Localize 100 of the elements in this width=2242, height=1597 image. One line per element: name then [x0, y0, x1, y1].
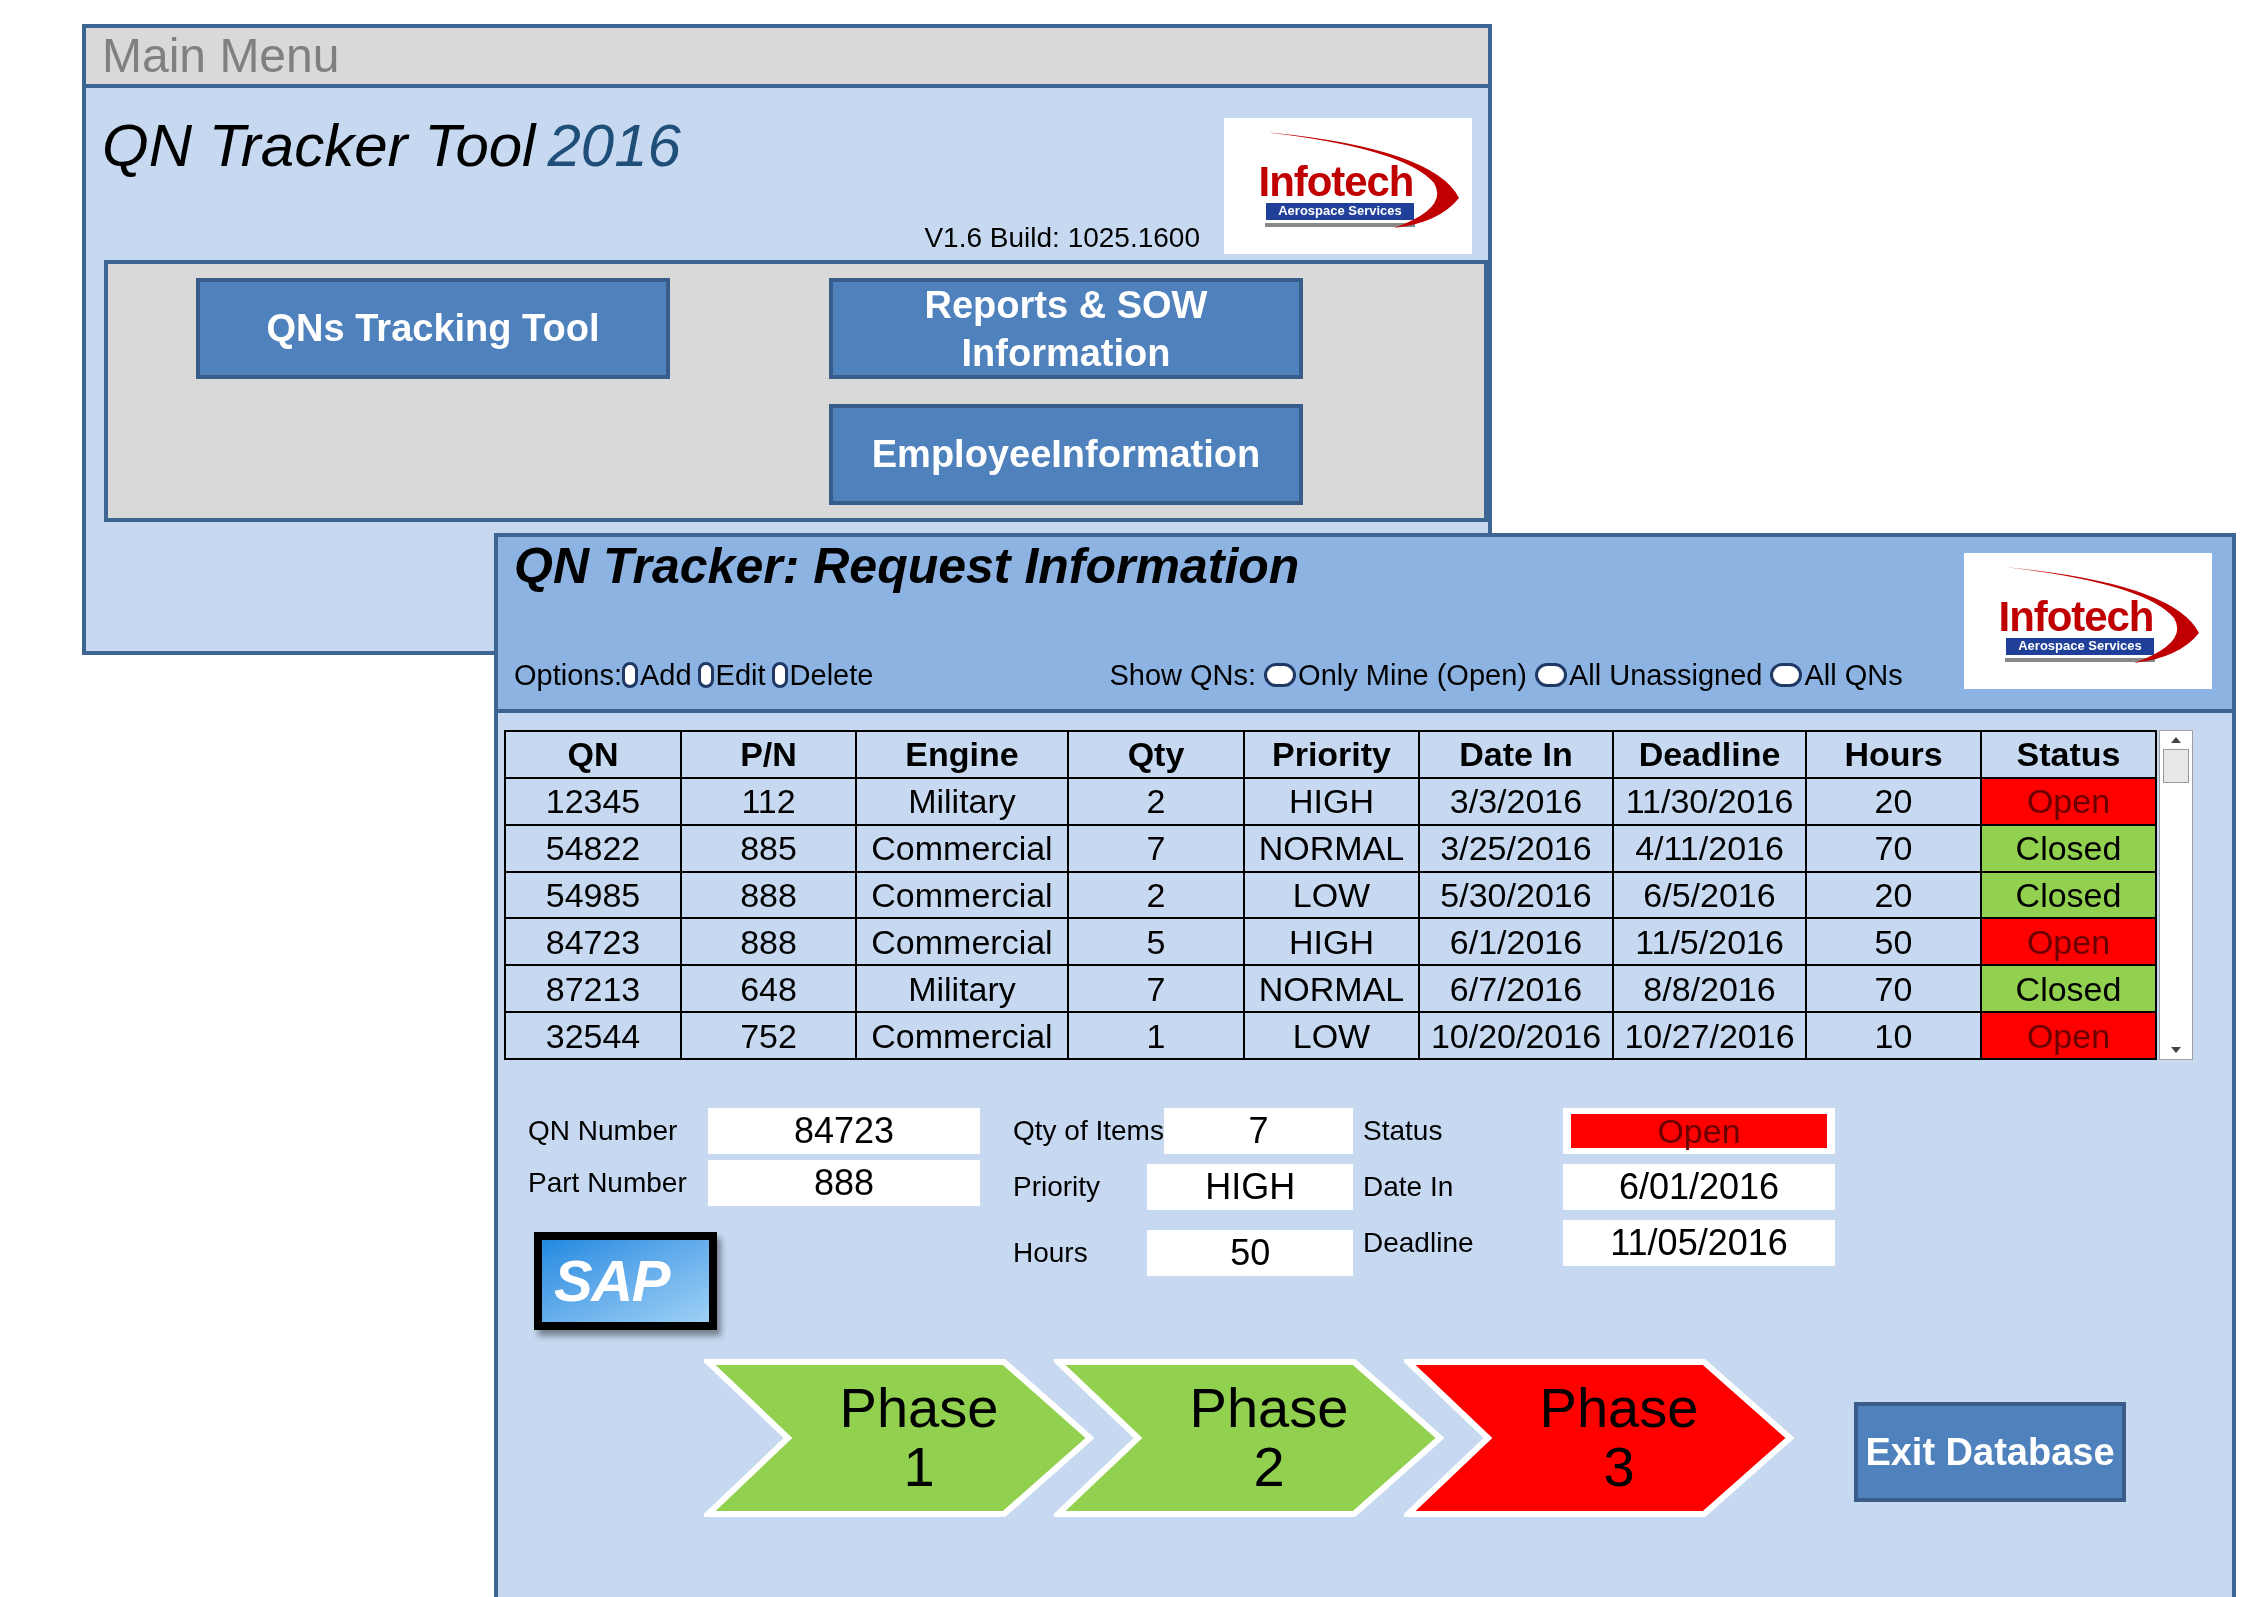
status-cell: Closed — [1981, 965, 2156, 1013]
radio-button[interactable] — [1770, 663, 1803, 688]
column-header: Priority — [1244, 731, 1419, 778]
radio-button[interactable] — [771, 662, 788, 689]
qns-tracking-tool-button[interactable]: QNs Tracking Tool — [196, 278, 670, 379]
window-title: QN Tracker: Request Information — [514, 537, 1301, 596]
column-header: Hours — [1806, 731, 1981, 778]
radio-label: Add — [640, 657, 692, 693]
sap-logo: SAP — [534, 1232, 717, 1330]
table-cell: NORMAL — [1244, 965, 1419, 1013]
table-cell: 11/5/2016 — [1613, 918, 1806, 966]
table-cell: 5/30/2016 — [1419, 871, 1613, 919]
table-cell: NORMAL — [1244, 824, 1419, 872]
value-field[interactable]: 6/01/2016 — [1563, 1164, 1835, 1210]
table-cell: 112 — [681, 777, 856, 825]
table-cell: 50 — [1806, 918, 1981, 966]
radio-button[interactable] — [1264, 663, 1297, 688]
field-label: QN Number — [528, 1114, 679, 1148]
table-cell: Military — [856, 777, 1068, 825]
logo-subtitle: Aerospace Services — [2006, 638, 2154, 655]
table-cell: Military — [856, 965, 1068, 1013]
value-field[interactable]: 888 — [708, 1160, 980, 1206]
table-cell: 752 — [681, 1012, 856, 1059]
field-label: Part Number — [528, 1166, 688, 1200]
table-cell: HIGH — [1244, 777, 1419, 825]
table-cell: 10/27/2016 — [1613, 1012, 1806, 1059]
table-cell: 888 — [681, 918, 856, 966]
column-header: Date In — [1419, 731, 1613, 778]
field-label: Priority — [1013, 1170, 1102, 1204]
table-cell: 8/8/2016 — [1613, 965, 1806, 1013]
employee-information-button[interactable]: EmployeeInformation — [829, 404, 1303, 505]
value-field[interactable]: 50 — [1147, 1230, 1353, 1276]
table-cell: 6/5/2016 — [1613, 871, 1806, 919]
table-cell: LOW — [1244, 871, 1419, 919]
table-cell: Commercial — [856, 871, 1068, 919]
status-cell: Closed — [1981, 824, 2156, 872]
logo-subtitle: Aerospace Services — [1266, 203, 1414, 220]
table-cell: 87213 — [505, 965, 681, 1013]
table-cell: 4/11/2016 — [1613, 824, 1806, 872]
exit-database-button[interactable]: Exit Database — [1854, 1402, 2126, 1502]
table-cell: 20 — [1806, 871, 1981, 919]
table-cell: 1 — [1068, 1012, 1244, 1059]
status-cell: Open — [1981, 918, 2156, 966]
column-header: Qty — [1068, 731, 1244, 778]
value-field[interactable]: 84723 — [708, 1108, 980, 1154]
value-field[interactable]: HIGH — [1147, 1164, 1353, 1210]
table-cell: 32544 — [505, 1012, 681, 1059]
column-header: Deadline — [1613, 731, 1806, 778]
table-cell: 648 — [681, 965, 856, 1013]
logo-name: Infotech — [1998, 596, 2154, 639]
table-cell: HIGH — [1244, 918, 1419, 966]
phase-arrow: Phase 2 — [1054, 1358, 1444, 1518]
radio-label: Only Mine (Open) — [1298, 657, 1527, 693]
show-qns-label: Show QNs: — [1109, 657, 1257, 693]
scroll-down-icon[interactable] — [2169, 1045, 2183, 1055]
radio-label: All QNs — [1804, 657, 1903, 693]
column-header: Status — [1981, 731, 2156, 778]
scrollbar-thumb[interactable] — [2163, 749, 2189, 783]
status-cell: Closed — [1981, 871, 2156, 919]
value-field[interactable]: 11/05/2016 — [1563, 1220, 1835, 1266]
column-header: Engine — [856, 731, 1068, 778]
field-label: Deadline — [1363, 1226, 1475, 1260]
table-cell: 10/20/2016 — [1419, 1012, 1613, 1059]
table-cell: 12345 — [505, 777, 681, 825]
window-title: Main Menu — [102, 32, 340, 80]
radio-button[interactable] — [622, 662, 638, 689]
table-cell: Commercial — [856, 1012, 1068, 1059]
table-cell: 20 — [1806, 777, 1981, 825]
table-cell: 5 — [1068, 918, 1244, 966]
field-label: Hours — [1013, 1236, 1089, 1270]
table-cell: Commercial — [856, 918, 1068, 966]
table-cell: 3/25/2016 — [1419, 824, 1613, 872]
field-label: Qty of Items — [1013, 1114, 1164, 1148]
options-label: Options: — [514, 657, 622, 693]
table-cell: 84723 — [505, 918, 681, 966]
version-text: V1.6 Build: 1025.1600 — [924, 224, 1200, 252]
table-cell: 888 — [681, 871, 856, 919]
field-label: Date In — [1363, 1170, 1455, 1204]
radio-label: All Unassigned — [1568, 657, 1763, 693]
table-cell: 54822 — [505, 824, 681, 872]
status-value: Open — [1571, 1114, 1827, 1148]
column-header: QN — [505, 731, 681, 778]
radio-button[interactable] — [697, 662, 714, 689]
scroll-up-icon[interactable] — [2169, 735, 2183, 745]
table-cell: 7 — [1068, 824, 1244, 872]
table-cell: 2 — [1068, 871, 1244, 919]
radio-label: Delete — [789, 657, 874, 693]
reports-button[interactable]: Reports & SOW Information — [829, 278, 1303, 379]
table-cell: Commercial — [856, 824, 1068, 872]
app-year: 2016 — [547, 116, 681, 176]
table-cell: 885 — [681, 824, 856, 872]
scrollbar[interactable] — [2159, 730, 2193, 1060]
table-cell: 6/1/2016 — [1419, 918, 1613, 966]
status-cell: Open — [1981, 777, 2156, 825]
table-cell: 10 — [1806, 1012, 1981, 1059]
table-cell: LOW — [1244, 1012, 1419, 1059]
table-cell: 6/7/2016 — [1419, 965, 1613, 1013]
radio-button[interactable] — [1534, 663, 1567, 688]
value-field[interactable]: 7 — [1163, 1108, 1353, 1154]
table-cell: 70 — [1806, 965, 1981, 1013]
